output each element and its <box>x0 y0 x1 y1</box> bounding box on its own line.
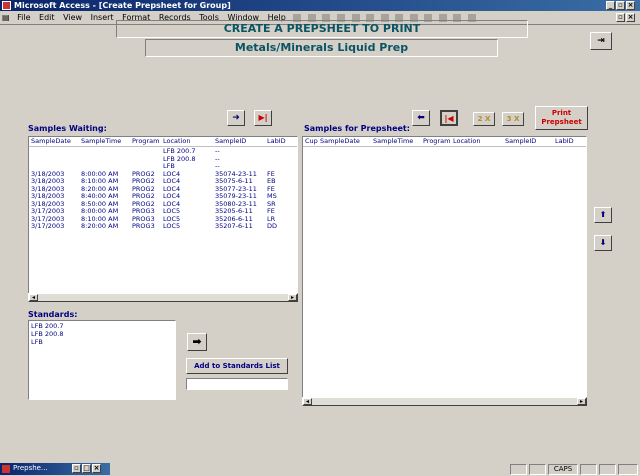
column-header[interactable]: LabID <box>555 137 574 145</box>
list-item[interactable]: LFB 200.8 <box>31 330 173 338</box>
page-title: CREATE A PREPSHEET TO PRINT <box>116 20 528 38</box>
add-standard-arrow-button[interactable]: ➡ <box>187 333 207 351</box>
table-row[interactable]: 3/18/2003 8:20:00 AM PROG2 LOC4 35077-23-11 F… <box>29 185 297 193</box>
table-cell: 3/17/2003 <box>31 222 65 230</box>
standards-label: Standards: <box>28 310 78 319</box>
multiply-3x-button[interactable]: 3 X <box>502 112 524 126</box>
multiply-2x-button[interactable]: 2 X <box>473 112 495 126</box>
page-subtitle: Metals/Minerals Liquid Prep <box>145 39 498 57</box>
table-row[interactable]: LFB -- <box>29 162 297 170</box>
standards-input[interactable] <box>186 378 288 390</box>
samples-waiting-hscroll[interactable]: ◂ ▸ <box>28 293 298 302</box>
scroll-right-icon[interactable]: ▸ <box>577 398 586 405</box>
column-header[interactable]: Location <box>453 137 481 145</box>
move-all-left-icon: |◀ <box>444 114 454 123</box>
column-header[interactable]: SampleTime <box>81 137 121 145</box>
table-row[interactable]: 3/17/2003 8:10:00 AM PROG3 LOC5 35206-6-11 LR <box>29 215 297 223</box>
restore-icon[interactable]: ▫ <box>616 1 625 10</box>
standards-list[interactable]: LFB 200.7 LFB 200.8 LFB <box>28 320 176 400</box>
column-header[interactable]: SampleDate <box>320 137 360 145</box>
access-app-icon[interactable] <box>2 1 11 10</box>
column-header[interactable]: Program <box>132 137 159 145</box>
scroll-left-icon[interactable]: ◂ <box>29 294 38 301</box>
scroll-left-icon[interactable]: ◂ <box>303 398 312 405</box>
table-row[interactable]: LFB 200.8 -- <box>29 155 297 163</box>
status-panel <box>618 464 638 475</box>
column-header[interactable]: Location <box>163 137 191 145</box>
samples-prepsheet-header: Cup SampleDate SampleTime Program Locati… <box>303 137 586 147</box>
samples-waiting-grid[interactable]: SampleDate SampleTime Program Location S… <box>28 136 298 302</box>
column-header[interactable]: LabID <box>267 137 286 145</box>
arrow-right-icon: ➜ <box>232 113 240 123</box>
arrow-up-icon: ⬆ <box>599 210 607 219</box>
menu-file[interactable]: File <box>14 11 33 24</box>
column-header[interactable]: SampleTime <box>373 137 413 145</box>
column-header[interactable]: SampleID <box>505 137 536 145</box>
move-one-right-button[interactable]: ➜ <box>227 110 245 126</box>
table-row[interactable]: 3/17/2003 8:00:00 AM PROG3 LOC5 35205-6-11 FE <box>29 207 297 215</box>
doc-close-icon[interactable]: × <box>626 13 635 22</box>
status-panel <box>529 464 546 475</box>
table-row[interactable]: 3/18/2003 8:00:00 AM PROG2 LOC4 35074-23-11 F… <box>29 170 297 178</box>
move-all-right-icon: ▶| <box>258 113 268 122</box>
move-down-button[interactable]: ⬇ <box>594 235 612 251</box>
table-cell: 8:20:00 AM <box>81 222 119 230</box>
status-panel <box>599 464 616 475</box>
table-row[interactable]: 3/18/2003 8:10:00 AM PROG2 LOC4 35075-6-11 EB <box>29 177 297 185</box>
scroll-right-icon[interactable]: ▸ <box>288 294 297 301</box>
move-all-left-button[interactable]: |◀ <box>440 110 458 126</box>
close-icon[interactable]: × <box>626 1 635 10</box>
menu-view[interactable]: View <box>60 11 85 24</box>
table-row[interactable]: LFB 200.7 -- <box>29 147 297 155</box>
samples-waiting-header: SampleDate SampleTime Program Location S… <box>29 137 297 147</box>
table-cell: 35207-6-11 <box>215 222 253 230</box>
move-all-right-button[interactable]: ▶| <box>254 110 272 126</box>
table-cell: LOC5 <box>163 222 181 230</box>
table-row[interactable]: 3/18/2003 8:40:00 AM PROG2 LOC4 35079-23-11 M… <box>29 192 297 200</box>
arrow-left-icon: ⬅ <box>417 113 425 123</box>
restore-icon[interactable]: ▫ <box>72 464 81 473</box>
samples-prepsheet-label: Samples for Prepsheet: <box>304 124 410 133</box>
close-icon[interactable]: × <box>92 464 101 473</box>
doc-restore-icon[interactable]: ▫ <box>616 13 625 22</box>
samples-waiting-label: Samples Waiting: <box>28 124 107 133</box>
move-one-left-button[interactable]: ⬅ <box>412 110 430 126</box>
arrow-down-icon: ⬇ <box>599 238 607 247</box>
print-prepsheet-button[interactable]: Print Prepsheet <box>535 106 588 130</box>
move-up-button[interactable]: ⬆ <box>594 207 612 223</box>
column-header[interactable]: SampleID <box>215 137 246 145</box>
samples-prepsheet-grid[interactable]: Cup SampleDate SampleTime Program Locati… <box>302 136 587 406</box>
minimized-window[interactable]: Prepshe... ▫ □ × <box>0 463 110 475</box>
table-cell: DD <box>267 222 278 230</box>
minimize-icon[interactable]: _ <box>606 1 615 10</box>
table-cell: PROG3 <box>132 222 155 230</box>
form-icon[interactable]: ▤ <box>0 11 12 24</box>
window-title: Microsoft Access - [Create Prepsheet for… <box>14 1 231 10</box>
exit-button[interactable]: ⇥ <box>590 32 612 50</box>
status-panel <box>510 464 527 475</box>
exit-door-icon: ⇥ <box>597 36 605 46</box>
status-panel <box>580 464 597 475</box>
minimized-window-label: Prepshe... <box>13 464 48 472</box>
column-header[interactable]: Program <box>423 137 450 145</box>
menu-edit[interactable]: Edit <box>36 11 58 24</box>
list-item[interactable]: LFB 200.7 <box>31 322 173 330</box>
samples-prepsheet-hscroll[interactable]: ◂ ▸ <box>302 397 587 406</box>
column-header[interactable]: SampleDate <box>31 137 71 145</box>
column-header[interactable]: Cup <box>305 137 318 145</box>
menu-insert[interactable]: Insert <box>88 11 117 24</box>
table-row[interactable]: 3/17/2003 8:20:00 AM PROG3 LOC5 35207-6-11 DD <box>29 222 297 230</box>
table-row[interactable]: 3/18/2003 8:50:00 AM PROG2 LOC4 35080-23-11 S… <box>29 200 297 208</box>
form-icon <box>2 465 10 473</box>
caps-indicator: CAPS <box>548 464 578 475</box>
title-bar: Microsoft Access - [Create Prepsheet for… <box>0 0 640 11</box>
add-to-standards-button[interactable]: Add to Standards List <box>186 358 288 374</box>
maximize-icon[interactable]: □ <box>82 464 91 473</box>
arrow-right-icon: ➡ <box>192 335 202 348</box>
list-item[interactable]: LFB <box>31 338 173 346</box>
